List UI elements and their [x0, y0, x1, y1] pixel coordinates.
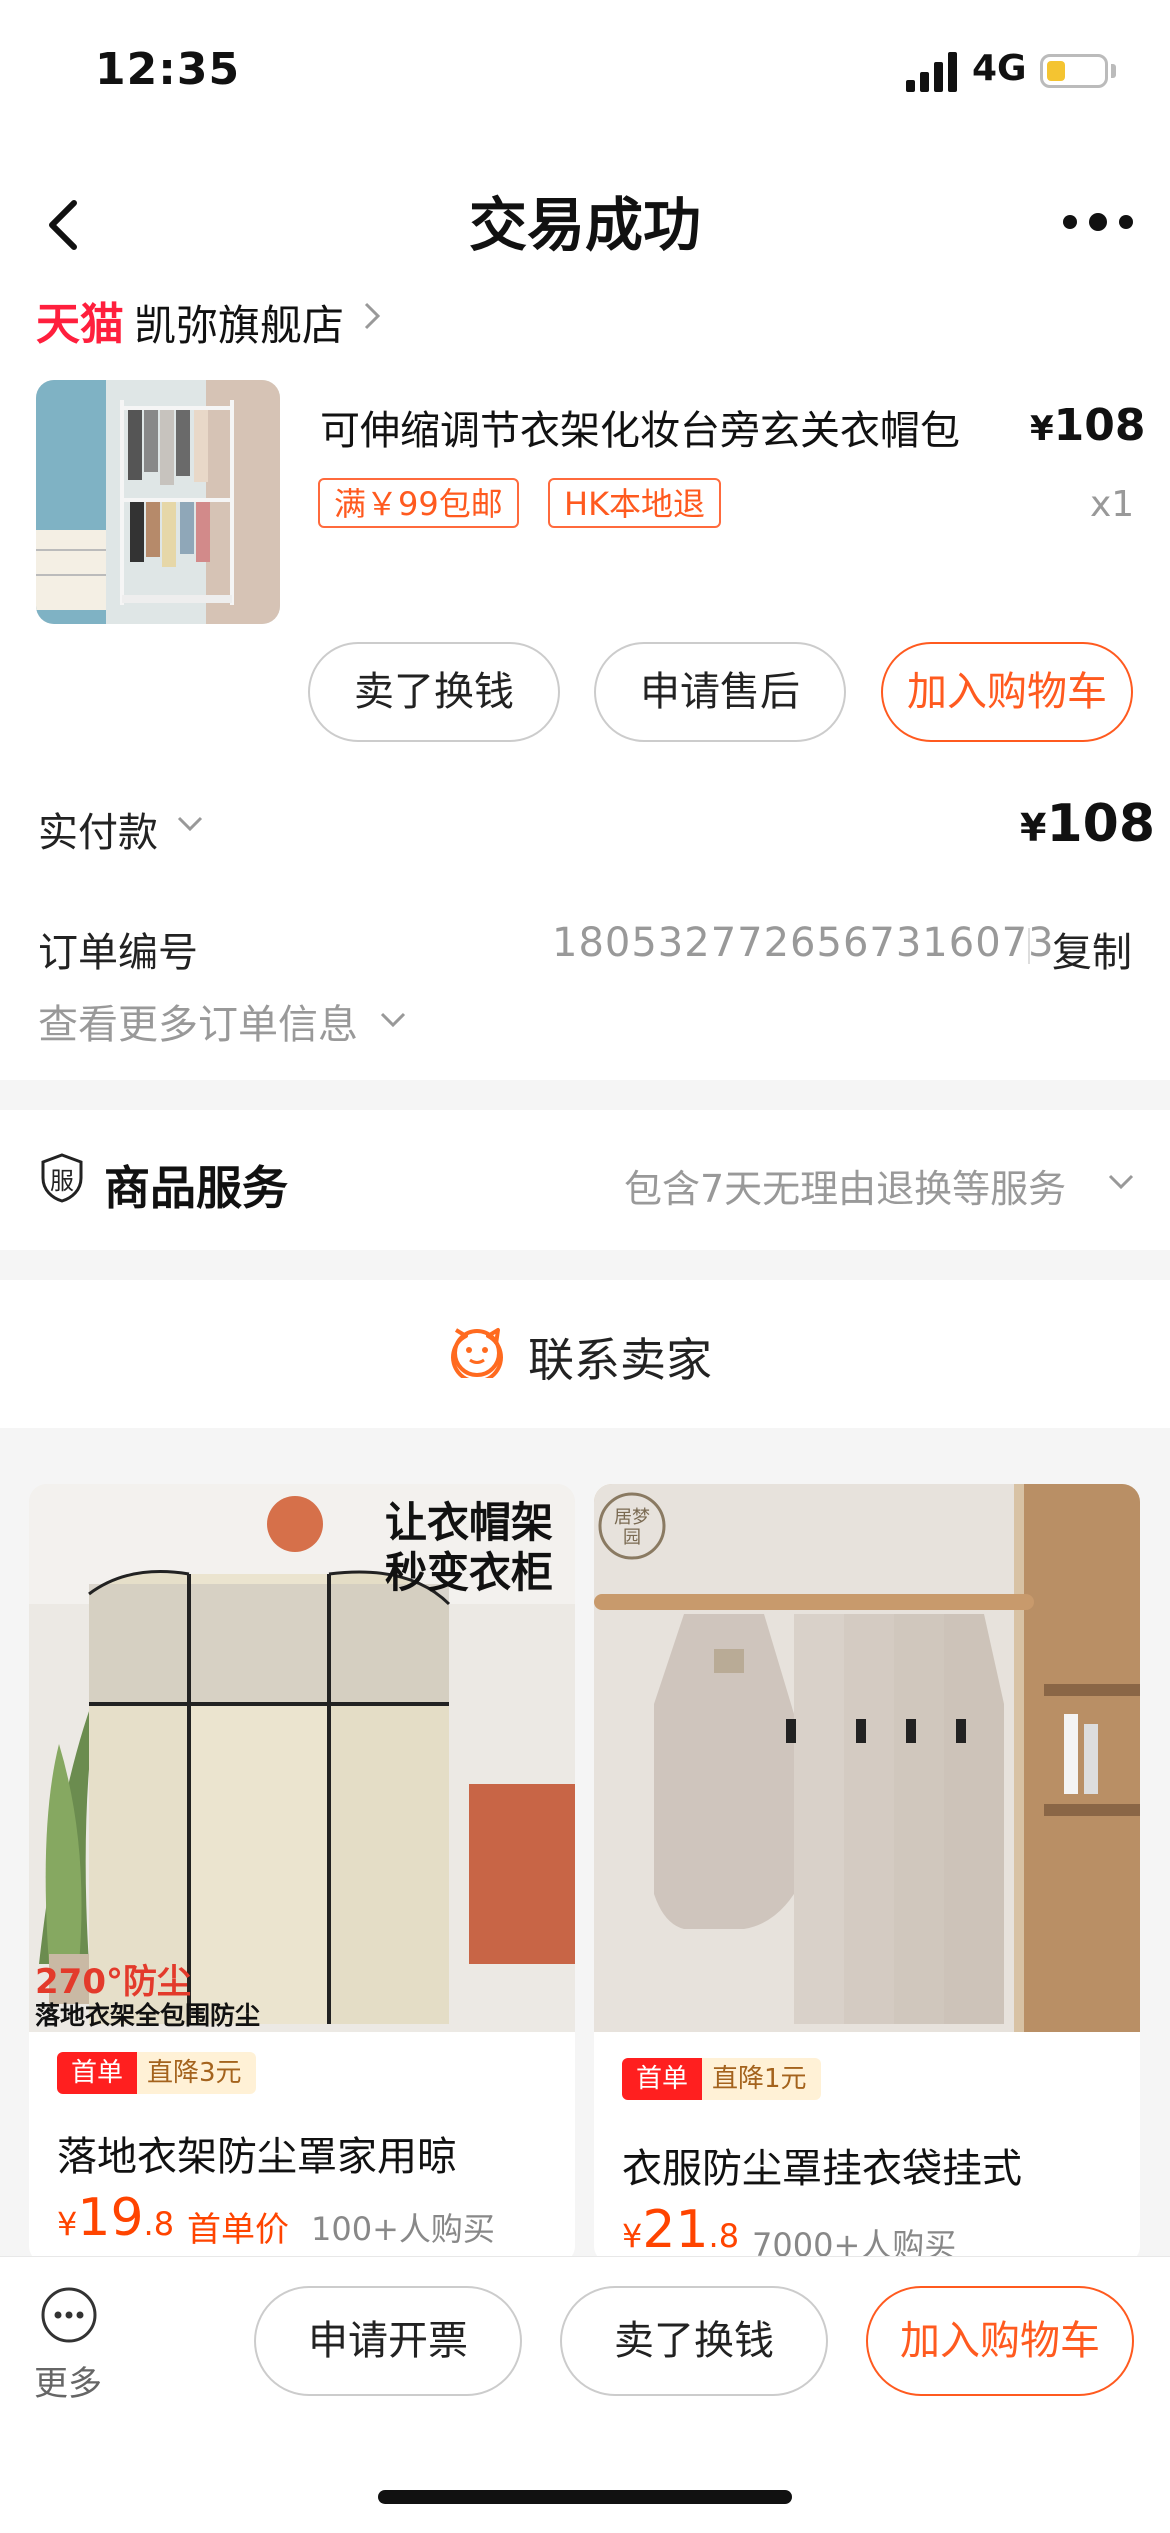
network-type: 4G [972, 48, 1027, 89]
discount-badge: 直降3元 [137, 2052, 256, 2094]
first-order-price-label: 首单价 [187, 2210, 289, 2250]
recommend-card[interactable]: 让衣帽架 秒变衣柜 270°防尘 落地衣架全包围防尘 首单 直降3元 落地衣架防… [29, 1484, 575, 2264]
order-number: 1805327726567316073 [552, 920, 1055, 966]
payment-amount: ¥108 [1020, 794, 1155, 854]
product-price: ¥108 [1030, 400, 1146, 451]
divider [1028, 928, 1030, 964]
order-number-label: 订单编号 [38, 930, 198, 976]
chevron-down-icon[interactable] [1106, 1170, 1136, 1194]
signal-icon [906, 52, 957, 92]
recommend-image[interactable] [594, 1484, 1140, 2032]
recommend-card[interactable]: 居梦园 首单 直降1元 衣服防尘罩挂衣袋挂式 ¥21.8 7000+人购买 [594, 1484, 1140, 2264]
service-description[interactable]: 包含7天无理由退换等服务 [624, 1158, 1066, 1213]
copy-button[interactable]: 复制 [1052, 920, 1132, 978]
status-time: 12:35 [95, 44, 241, 95]
sell-button[interactable]: 卖了换钱 [560, 2286, 828, 2396]
shield-icon: 服 [38, 1152, 86, 1204]
after-sale-button[interactable]: 申请售后 [594, 642, 846, 742]
brand-logo: 居梦园 [614, 1507, 650, 1548]
chevron-right-icon[interactable] [360, 298, 384, 334]
payment-label[interactable]: 实付款 [38, 800, 158, 858]
service-title: 商品服务 [104, 1161, 288, 1215]
more-label[interactable]: 更多 [34, 2356, 102, 2405]
home-indicator[interactable] [378, 2490, 792, 2504]
seller-chat-icon [451, 1328, 503, 1378]
product-image[interactable] [36, 380, 280, 624]
store-name[interactable]: 凯弥旗舰店 [134, 292, 344, 353]
discount-badge: 直降1元 [702, 2058, 821, 2100]
more-icon[interactable] [40, 2286, 98, 2344]
recommend-title[interactable]: 衣服防尘罩挂衣袋挂式 [622, 2136, 1022, 2194]
add-to-cart-button[interactable]: 加入购物车 [881, 642, 1133, 742]
recommend-title[interactable]: 落地衣架防尘罩家用晾 [57, 2124, 457, 2182]
product-title[interactable]: 可伸缩调节衣架化妆台旁玄关衣帽包 [320, 398, 1020, 456]
free-shipping-tag: 满￥99包邮 [318, 478, 519, 528]
image-caption: 让衣帽架 秒变衣柜 [385, 1498, 554, 1597]
first-order-badge: 首单 直降3元 [57, 2052, 256, 2094]
battery-tip [1111, 64, 1116, 78]
more-order-info-link[interactable]: 查看更多订单信息 [38, 992, 358, 1050]
chevron-down-icon[interactable] [175, 812, 205, 836]
battery-icon [1040, 54, 1108, 88]
more-options-icon[interactable] [1062, 212, 1134, 232]
invoice-button[interactable]: 申请开票 [254, 2286, 522, 2396]
add-to-cart-button[interactable]: 加入购物车 [866, 2286, 1134, 2396]
page-title: 交易成功 [468, 191, 701, 259]
contact-seller-label[interactable]: 联系卖家 [528, 1324, 712, 1390]
first-order-badge: 首单 直降1元 [622, 2058, 821, 2100]
sold-count: 100+人购买 [311, 2210, 495, 2248]
product-quantity: x1 [1090, 484, 1135, 525]
sell-button[interactable]: 卖了换钱 [308, 642, 560, 742]
local-return-tag: HK本地退 [548, 478, 722, 528]
image-caption: 落地衣架全包围防尘 [35, 2001, 261, 2030]
chevron-down-icon[interactable] [378, 1008, 408, 1032]
recommend-price: ¥21.8 [622, 2200, 740, 2260]
tmall-logo: 天猫 [36, 299, 124, 350]
recommend-price: ¥19.8 [57, 2188, 175, 2248]
